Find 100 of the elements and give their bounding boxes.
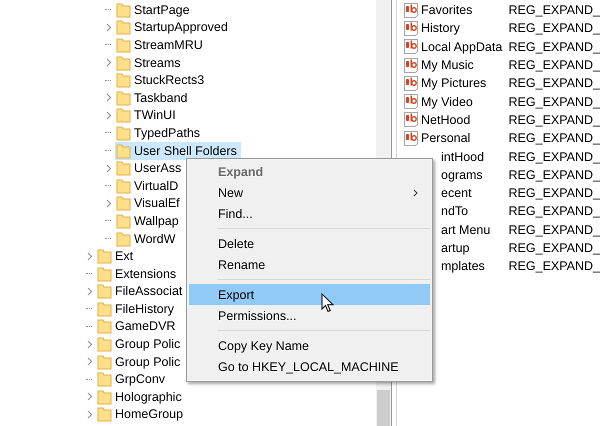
value-type: REG_EXPAND_: [508, 222, 600, 237]
scrollbar-thumb[interactable]: [377, 390, 390, 426]
folder-icon: [97, 266, 112, 282]
value-type: REG_EXPAND_: [508, 112, 600, 127]
string-value-icon: [404, 76, 418, 91]
folder-icon: [116, 36, 131, 53]
tree-item[interactable]: FileHistory: [96, 300, 178, 318]
tree-item[interactable]: StuckRects3: [115, 71, 208, 90]
string-value-icon: [404, 39, 418, 54]
folder-icon: [116, 142, 131, 159]
tree-item[interactable]: Streams: [115, 54, 185, 72]
chevron-right-icon[interactable]: [87, 252, 93, 261]
folder-icon: [97, 248, 112, 264]
tree-item[interactable]: StreamMRU: [115, 36, 207, 54]
string-value-icon: [404, 20, 418, 36]
folder-icon: [97, 336, 112, 352]
folder-icon: [116, 54, 131, 71]
tree-item[interactable]: Wallpap: [115, 212, 183, 230]
value-type: REG_EXPAND_: [508, 204, 600, 218]
value-type: REG_EXPAND_: [508, 150, 600, 164]
menu-item[interactable]: New: [189, 182, 430, 203]
folder-icon: [116, 178, 131, 194]
folder-icon: [116, 107, 131, 124]
value-name[interactable]: Favorites: [421, 3, 472, 18]
folder-icon: [116, 72, 131, 88]
tree-item[interactable]: VirtualD: [115, 176, 182, 195]
tree-item[interactable]: VisualEf: [115, 194, 184, 212]
chevron-right-icon[interactable]: [87, 286, 93, 296]
folder-icon: [97, 406, 112, 422]
tree-item[interactable]: GameDVR: [96, 317, 180, 336]
tree-item[interactable]: TypedPaths: [115, 124, 204, 142]
value-name[interactable]: History: [421, 21, 460, 36]
value-type: REG_EXPAND_: [508, 21, 600, 36]
value-name[interactable]: My Pictures: [421, 76, 486, 90]
menu-item[interactable]: Export: [189, 284, 430, 305]
value-name[interactable]: ndTo: [441, 204, 468, 218]
value-name[interactable]: My Video: [421, 94, 473, 109]
tree-item[interactable]: StartPage: [115, 0, 194, 19]
value-type: REG_EXPAND_: [508, 76, 600, 90]
string-value-icon: [404, 94, 418, 110]
value-name[interactable]: intHood: [441, 150, 484, 164]
menu-item[interactable]: Find...: [189, 203, 430, 224]
value-type: REG_EXPAND_: [508, 259, 600, 274]
folder-icon: [97, 283, 112, 300]
menu-item[interactable]: Go to HKEY_LOCAL_MACHINE: [189, 356, 430, 377]
value-type: REG_EXPAND_: [508, 241, 600, 255]
value-type: REG_EXPAND_: [508, 186, 600, 200]
folder-icon: [97, 354, 112, 370]
chevron-right-icon[interactable]: [106, 164, 112, 173]
tree-item[interactable]: WordW: [115, 230, 180, 248]
value-type: REG_EXPAND_: [508, 94, 600, 109]
menu-item[interactable]: Copy Key Name: [189, 335, 430, 356]
folder-icon: [116, 2, 131, 18]
folder-icon: [97, 371, 112, 388]
string-value-icon: [404, 130, 418, 146]
tree-item[interactable]: TWinUI: [115, 106, 180, 124]
value-name[interactable]: Local AppData: [421, 40, 502, 54]
tree-item[interactable]: FileAssociat: [96, 282, 186, 300]
tree-item[interactable]: UserAss: [115, 159, 186, 178]
value-name[interactable]: ecent: [441, 186, 472, 200]
value-name[interactable]: Personal: [421, 131, 470, 146]
menu-item[interactable]: Rename: [189, 254, 430, 275]
folder-icon: [97, 318, 112, 334]
value-name[interactable]: ograms: [441, 168, 483, 182]
tree-item[interactable]: Group Polic: [96, 335, 184, 354]
tree-item[interactable]: Extensions: [96, 264, 180, 283]
folder-icon: [116, 90, 131, 106]
string-value-icon: [404, 112, 418, 128]
value-name[interactable]: art Menu: [441, 222, 490, 237]
folder-icon: [116, 124, 131, 141]
chevron-right-icon[interactable]: [106, 198, 112, 208]
tree-item[interactable]: Holographic: [96, 388, 186, 406]
folder-icon: [116, 230, 131, 247]
value-name[interactable]: artup: [441, 241, 470, 255]
tree-item[interactable]: GrpConv: [96, 370, 170, 388]
value-type: REG_EXPAND_: [508, 131, 600, 146]
tree-item[interactable]: Taskband: [115, 88, 192, 107]
folder-icon: [97, 300, 112, 317]
tree-item[interactable]: StartupApproved: [115, 18, 232, 36]
value-type: REG_EXPAND_: [508, 3, 600, 18]
string-value-icon: [404, 58, 418, 73]
menu-item[interactable]: Delete: [189, 233, 430, 254]
value-type: REG_EXPAND_: [508, 40, 600, 54]
value-type: REG_EXPAND_: [508, 58, 600, 72]
chevron-right-icon[interactable]: [106, 58, 112, 68]
tree-item[interactable]: User Shell Folders: [115, 142, 241, 160]
folder-icon: [116, 212, 131, 229]
tree-item[interactable]: Group Polic: [96, 352, 184, 371]
tree-item[interactable]: HomeGroup: [96, 405, 188, 424]
string-value-icon: [404, 2, 418, 18]
value-name[interactable]: My Music: [421, 58, 474, 72]
folder-icon: [116, 19, 131, 36]
tree-item[interactable]: Ext: [96, 247, 138, 266]
menu-item[interactable]: Permissions...: [189, 305, 430, 326]
value-name[interactable]: mplates: [441, 259, 485, 274]
folder-icon: [116, 195, 131, 212]
mouse-pointer-icon: [321, 293, 334, 313]
value-name[interactable]: NetHood: [421, 112, 470, 127]
folder-icon: [116, 160, 131, 176]
chevron-right-icon[interactable]: [106, 22, 112, 32]
